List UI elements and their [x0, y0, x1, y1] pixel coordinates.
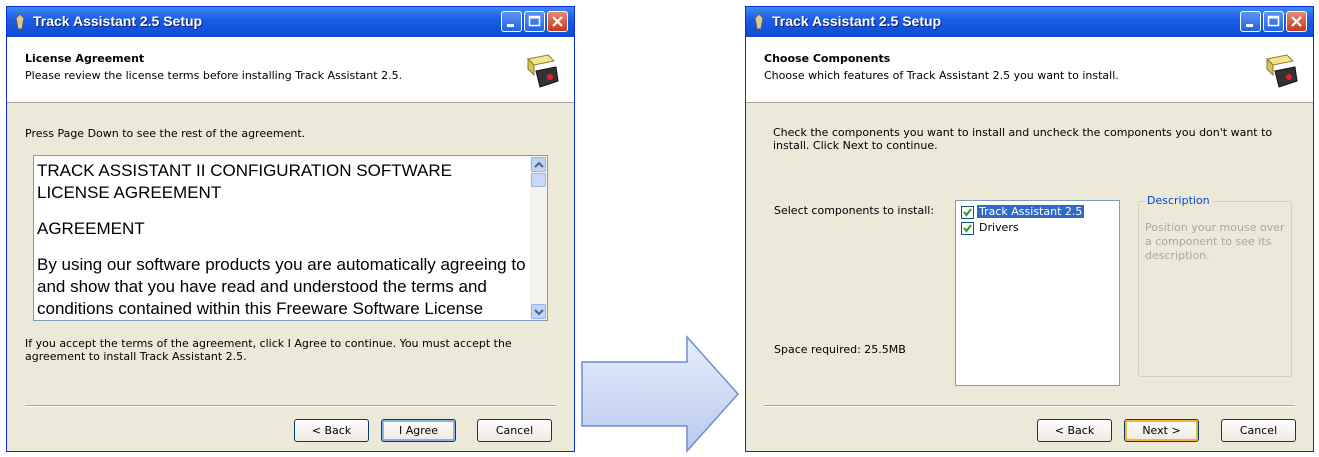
- setup-icon: [15, 14, 25, 30]
- installer-box-icon: [1265, 54, 1298, 88]
- choose-components-window: Track Assistant 2.5 Setup Choose Compone…: [745, 6, 1314, 452]
- instruction-text: Check the components you want to install…: [773, 126, 1273, 152]
- checkmark-icon: [963, 224, 972, 233]
- vertical-scrollbar[interactable]: [530, 156, 547, 320]
- license-section: AGREEMENT: [37, 219, 145, 238]
- separator: [764, 405, 1295, 407]
- minimize-button[interactable]: [501, 11, 522, 32]
- close-icon: [1291, 16, 1302, 27]
- chevron-down-icon: [534, 309, 544, 316]
- license-heading: TRACK ASSISTANT II CONFIGURATION SOFTWAR…: [37, 161, 452, 202]
- agree-button[interactable]: I Agree: [381, 419, 456, 442]
- minimize-icon: [1246, 24, 1253, 27]
- window-title: Track Assistant 2.5 Setup: [772, 13, 942, 29]
- cancel-button[interactable]: Cancel: [1221, 419, 1296, 442]
- right-arrow-icon: [581, 335, 740, 453]
- setup-icon: [754, 14, 764, 30]
- checkmark-icon: [963, 208, 972, 217]
- dialog-header: License Agreement Please review the lice…: [7, 37, 574, 103]
- instruction-text: Press Page Down to see the rest of the a…: [25, 127, 306, 140]
- back-button[interactable]: < Back: [294, 419, 369, 442]
- minimize-button[interactable]: [1240, 11, 1261, 32]
- maximize-button[interactable]: [524, 11, 545, 32]
- title-bar[interactable]: Track Assistant 2.5 Setup: [746, 7, 1313, 37]
- space-required-text: Space required: 25.5MB: [774, 343, 906, 356]
- checkbox[interactable]: [961, 206, 974, 219]
- component-label: Drivers: [979, 221, 1019, 234]
- header-title: Choose Components: [764, 52, 891, 65]
- chevron-up-icon: [534, 161, 544, 168]
- maximize-icon: [528, 15, 541, 27]
- accept-note: If you accept the terms of the agreement…: [25, 337, 512, 363]
- maximize-button[interactable]: [1263, 11, 1284, 32]
- header-subtitle: Please review the license terms before i…: [25, 69, 403, 82]
- close-button[interactable]: [547, 11, 568, 32]
- close-icon: [552, 16, 563, 27]
- next-button[interactable]: Next >: [1124, 419, 1199, 442]
- select-components-label: Select components to install:: [774, 204, 935, 217]
- dialog-header: Choose Components Choose which features …: [746, 37, 1313, 103]
- window-title: Track Assistant 2.5 Setup: [33, 13, 203, 29]
- minimize-icon: [507, 24, 514, 27]
- maximize-icon: [1267, 15, 1280, 27]
- close-button[interactable]: [1286, 11, 1307, 32]
- scroll-thumb[interactable]: [531, 173, 546, 187]
- license-body: By using our software products you are a…: [37, 255, 526, 318]
- separator: [25, 405, 556, 407]
- header-title: License Agreement: [25, 52, 145, 65]
- back-button[interactable]: < Back: [1037, 419, 1112, 442]
- license-textbox[interactable]: TRACK ASSISTANT II CONFIGURATION SOFTWAR…: [33, 155, 548, 321]
- description-text: Position your mouse over a component to …: [1145, 221, 1285, 262]
- description-legend: Description: [1145, 194, 1212, 207]
- scroll-down-button[interactable]: [531, 304, 546, 319]
- scroll-up-button[interactable]: [531, 157, 546, 172]
- installer-box-icon: [526, 54, 559, 88]
- cancel-button[interactable]: Cancel: [477, 419, 552, 442]
- description-group: Description Position your mouse over a c…: [1138, 194, 1292, 377]
- header-subtitle: Choose which features of Track Assistant…: [764, 69, 1119, 82]
- title-bar[interactable]: Track Assistant 2.5 Setup: [7, 7, 574, 37]
- checkbox[interactable]: [961, 222, 974, 235]
- license-agreement-window: Track Assistant 2.5 Setup License Agreem…: [6, 6, 575, 452]
- component-label: Track Assistant 2.5: [977, 205, 1085, 218]
- components-list[interactable]: Track Assistant 2.5 Drivers: [955, 200, 1120, 386]
